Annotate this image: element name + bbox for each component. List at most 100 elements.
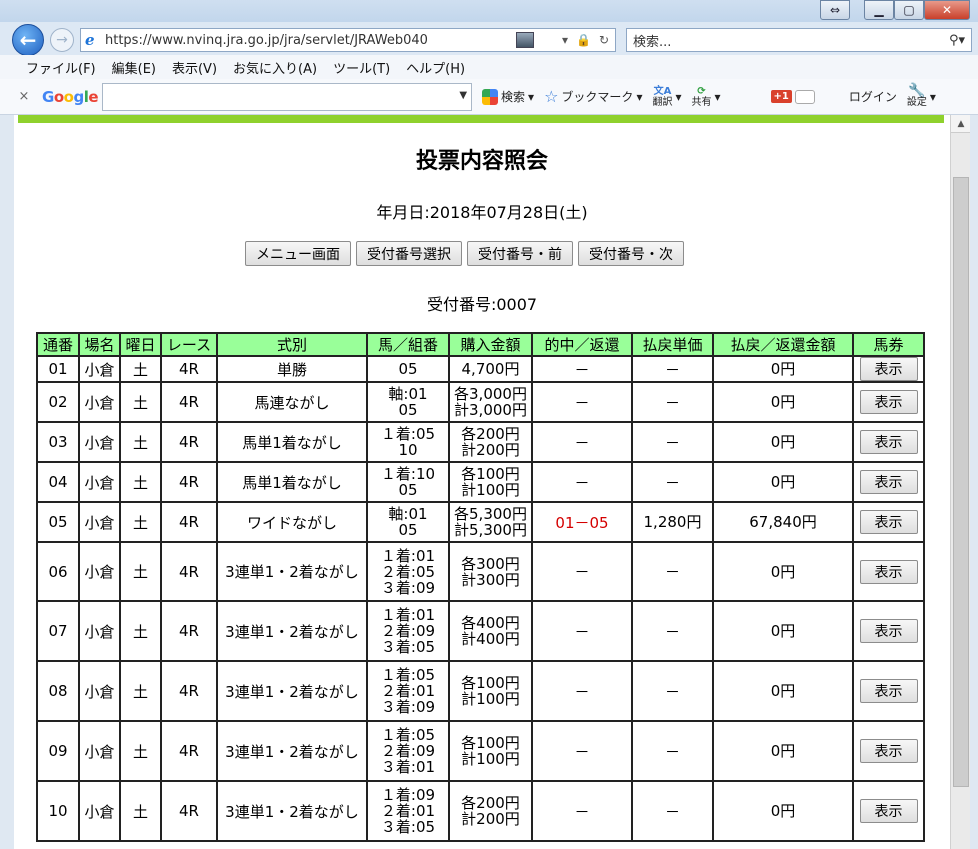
menu-help[interactable]: ヘルプ(H) [406,58,465,77]
menu-view[interactable]: 表示(V) [172,58,217,77]
gplus-toggle[interactable] [794,89,815,104]
url-text[interactable]: https://www.nvinq.jra.go.jp/jra/servlet/… [105,33,516,48]
search-icon[interactable]: ⚲▾ [949,33,965,48]
cell-payout-total: 0円 [712,461,854,503]
cell-race: 4R [160,780,218,842]
refresh-icon[interactable]: ↻ [599,33,609,47]
cell-unit-payout: － [631,600,714,662]
combination-line: ２着:09 [380,742,436,760]
share-button[interactable]: ⟳ 共有 ▾ [692,86,721,108]
restore-tab-icon[interactable]: ⇔ [820,0,850,20]
date-label: 年月日:2018年07月28日(土) [376,203,588,222]
cell-venue: 小倉 [78,600,121,662]
amount-line: 各200円 [461,425,520,443]
view-ticket-button[interactable]: 表示 [859,739,918,763]
combination-line: 軸:01 [388,385,428,403]
menu-file[interactable]: ファイル(F) [26,58,96,77]
cell-combination: １着:01 ２着:09 ３着:05 [366,600,450,662]
bet-table: 通番 場名 曜日 レース 式別 馬／組番 購入金額 的中／返還 払戻単価 払戻／… [36,332,925,842]
dropdown-icon[interactable]: ▼ [459,90,467,101]
view-ticket-button[interactable]: 表示 [859,470,918,494]
cell-venue: 小倉 [78,501,121,543]
cell-bet-type: 3連単1・2着ながし [216,600,368,662]
view-ticket-button[interactable]: 表示 [859,679,918,703]
cell-venue: 小倉 [78,780,121,842]
google-search-button[interactable]: 検索 ▾ [482,88,534,105]
cell-serial: 09 [36,720,80,782]
col-header: 曜日 [119,332,162,357]
close-button[interactable]: ✕ [924,0,970,20]
cell-serial: 05 [36,501,80,543]
menu-tools[interactable]: ツール(T) [333,58,390,77]
gplus-button[interactable]: +1 [770,89,815,104]
menu-edit[interactable]: 編集(E) [112,58,156,77]
cell-combination: １着:05 ２着:09 ３着:01 [366,720,450,782]
amount-line: 各200円 [461,794,520,812]
menu-favorites[interactable]: お気に入り(A) [233,58,317,77]
cell-payout-total: 67,840円 [712,501,854,543]
page-viewport: 投票内容照会 年月日:2018年07月28日(土) メニュー画面 受付番号選択 … [14,115,950,849]
cell-ticket: 表示 [852,541,925,602]
combination-line: １着:05 [380,726,436,744]
close-toolbar-icon[interactable]: × [14,89,34,104]
forward-arrow-icon[interactable]: → [50,28,74,52]
combination-line: １着:05 [380,425,436,443]
browser-search-box[interactable]: 検索... ⚲▾ [626,28,972,52]
table-header-row: 通番 場名 曜日 レース 式別 馬／組番 購入金額 的中／返還 払戻単価 払戻／… [36,332,925,357]
minimize-button[interactable]: ▁ [864,0,894,20]
star-icon: ☆ [544,87,559,106]
combination-line: ３着:05 [380,818,436,836]
settings-button[interactable]: 🔧 設定 ▾ [907,84,936,108]
back-arrow-icon[interactable]: ← [12,24,44,56]
table-row: 05 小倉土 4R ワイドながし 軸:01 05 各5,300円 計5,300円 01－05 1,… [36,501,925,543]
lock-icon[interactable]: 🔒 [576,33,591,47]
receipt-prev-button[interactable]: 受付番号・前 [467,241,573,266]
cell-hit: － [531,660,633,722]
amount-line: 計400円 [461,630,520,648]
view-ticket-button[interactable]: 表示 [859,799,918,823]
cell-amount: 各100円 計100円 [448,720,533,782]
combination-line: ３着:05 [380,638,436,656]
combination-line: １着:05 [380,666,436,684]
cell-day: 土 [119,780,162,842]
view-ticket-button[interactable]: 表示 [859,510,918,534]
cell-amount: 各200円 計200円 [448,780,533,842]
cell-serial: 04 [36,461,80,503]
cell-serial: 03 [36,421,80,463]
vertical-scrollbar[interactable]: ▲ [950,115,971,849]
scroll-up-arrow-icon[interactable]: ▲ [951,115,971,133]
cell-race: 4R [160,660,218,722]
share-icon: ⟳ [697,85,706,97]
cell-combination: 軸:01 05 [366,501,450,543]
cell-serial: 01 [36,355,80,383]
maximize-button[interactable]: ▢ [894,0,924,20]
compat-view-icon[interactable] [515,32,534,48]
cell-venue: 小倉 [78,660,121,722]
dropdown-icon[interactable]: ▾ [562,33,568,47]
cell-ticket: 表示 [852,600,925,662]
receipt-select-button[interactable]: 受付番号選択 [356,241,462,266]
receipt-next-button[interactable]: 受付番号・次 [578,241,684,266]
cell-unit-payout: － [631,461,714,503]
amount-line: 計200円 [461,810,520,828]
cell-payout-total: 0円 [712,541,854,602]
view-ticket-button[interactable]: 表示 [859,430,918,454]
bookmark-button[interactable]: ☆ ブックマーク ▾ [544,87,642,106]
amount-line: 計3,000円 [454,401,527,419]
view-ticket-button[interactable]: 表示 [859,357,918,381]
google-search-input[interactable]: ▼ [102,82,473,111]
cell-day: 土 [119,501,162,543]
col-header: 払戻単価 [631,332,714,357]
scroll-thumb[interactable] [953,177,969,787]
address-bar[interactable]: e https://www.nvinq.jra.go.jp/jra/servle… [80,28,616,52]
menu-screen-button[interactable]: メニュー画面 [245,241,351,266]
translate-button[interactable]: 文A 翻訳 ▾ [652,86,681,108]
view-ticket-button[interactable]: 表示 [859,559,918,584]
cell-venue: 小倉 [78,421,121,463]
amount-line: 各100円 [461,465,520,483]
view-ticket-button[interactable]: 表示 [859,390,918,414]
login-link[interactable]: ログイン [849,88,897,105]
cell-payout-total: 0円 [712,780,854,842]
cell-amount: 各100円 計100円 [448,461,533,503]
view-ticket-button[interactable]: 表示 [859,619,918,643]
